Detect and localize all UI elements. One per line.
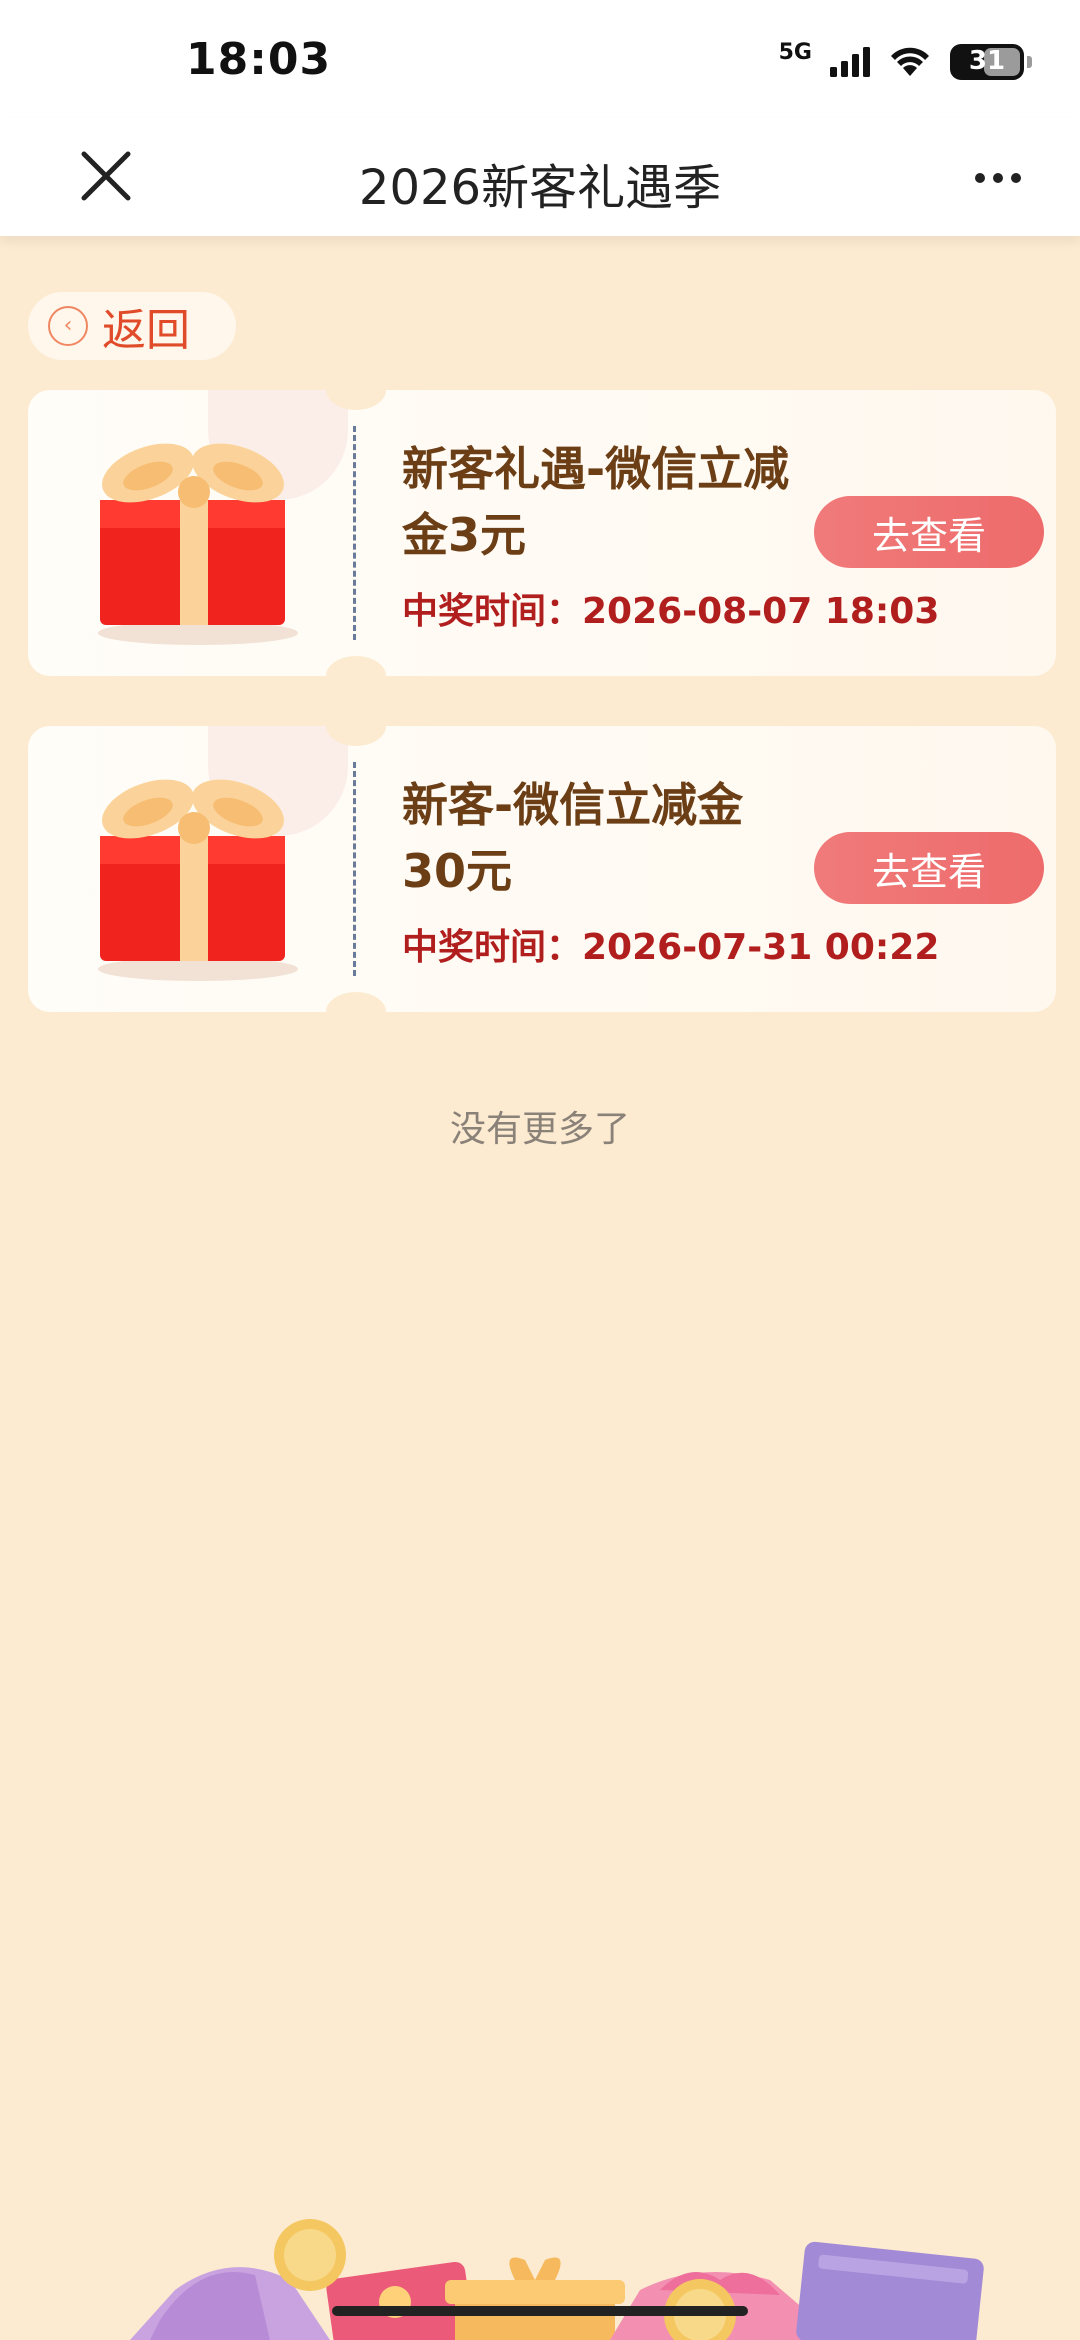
page-title: 2026新客礼遇季 (358, 160, 722, 216)
cellular-signal-icon (830, 47, 870, 77)
more-options-button[interactable] (956, 138, 1040, 218)
back-label: 返回 (102, 305, 190, 356)
wifi-icon (891, 47, 929, 76)
gift-box-icon (98, 443, 298, 645)
home-indicator[interactable] (332, 2306, 748, 2316)
status-bar: 18:03 5G 31 (0, 0, 1080, 118)
status-icons: 5G 31 (778, 39, 1032, 84)
nav-bar: 2026新客礼遇季 (0, 118, 1080, 236)
view-coupon-button[interactable]: 去查看 (814, 496, 1044, 568)
coupon-title: 新客礼遇-微信立减金3元 (402, 442, 790, 562)
back-button[interactable]: ‹ 返回 (28, 292, 236, 360)
battery-icon: 31 (950, 44, 1032, 80)
battery-level: 31 (968, 46, 1006, 76)
coupon-title: 新客-微信立减金30元 (402, 778, 744, 898)
coupon-card: 新客礼遇-微信立减金3元 中奖时间：2026-08-07 18:03 去查看 (20, 370, 1056, 696)
coupon-card: 新客-微信立减金30元 中奖时间：2026-07-31 00:22 去查看 (20, 706, 1056, 1032)
view-coupon-button[interactable]: 去查看 (814, 832, 1044, 904)
status-time: 18:03 (186, 34, 332, 85)
card-divider (353, 426, 356, 640)
gift-box-icon (98, 779, 298, 981)
network-type: 5G (778, 39, 812, 65)
more-dots-icon (975, 173, 985, 183)
end-of-list-text: 没有更多了 (449, 1109, 630, 1150)
coupon-win-time: 中奖时间：2026-08-07 18:03 (402, 591, 940, 632)
decorative-gifts-illustration (130, 2219, 984, 2340)
card-divider (353, 762, 356, 976)
coupon-win-time: 中奖时间：2026-07-31 00:22 (402, 927, 940, 968)
chevron-left-icon: ‹ (48, 306, 88, 346)
page: 18:03 5G 31 2026新客礼遇季 ‹ 返回 新客礼遇-微信立减金3元 … (0, 0, 1080, 2340)
